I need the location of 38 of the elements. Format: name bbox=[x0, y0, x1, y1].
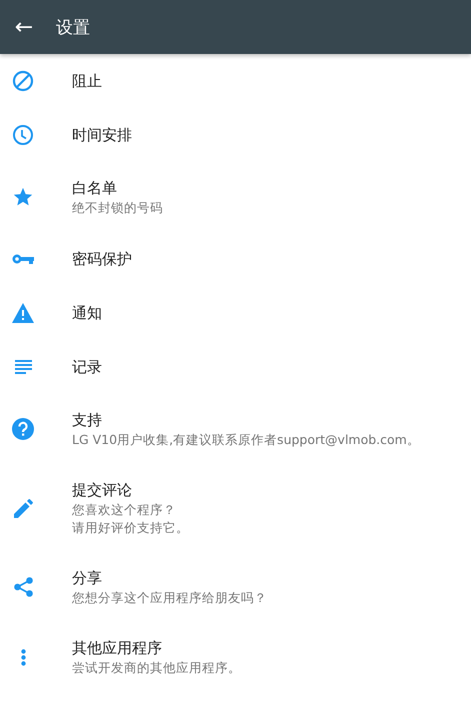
more-icon bbox=[20, 648, 26, 666]
item-title: 记录 bbox=[72, 357, 102, 378]
help-icon bbox=[12, 418, 34, 440]
item-title: 密码保护 bbox=[72, 249, 132, 270]
settings-item[interactable]: 白名单 绝不封锁的号码 bbox=[0, 162, 471, 232]
settings-item[interactable]: 其他应用程序 尝试开发商的其他应用程序。 bbox=[0, 622, 471, 692]
settings-item[interactable]: 支持 LG V10用户收集,有建议联系原作者support@vlmob.com。 bbox=[0, 394, 471, 464]
item-subtitle: 绝不封锁的号码 bbox=[72, 199, 163, 217]
settings-item[interactable]: 通知 bbox=[0, 286, 471, 340]
screen-title: 设置 bbox=[56, 16, 90, 38]
block-icon bbox=[12, 70, 34, 92]
item-title: 白名单 bbox=[72, 178, 118, 199]
item-title: 时间安排 bbox=[72, 125, 132, 146]
clock-icon bbox=[12, 124, 34, 146]
key-icon bbox=[12, 253, 34, 265]
settings-item[interactable]: 阻止 bbox=[0, 54, 471, 108]
item-subtitle: 您喜欢这个程序？ bbox=[72, 501, 177, 519]
item-title: 分享 bbox=[72, 568, 103, 589]
item-title: 阻止 bbox=[72, 71, 102, 92]
pencil-icon bbox=[14, 498, 32, 518]
item-subtitle: LG V10用户收集,有建议联系原作者support@vlmob.com。 bbox=[72, 431, 420, 449]
item-subtitle: 尝试开发商的其他应用程序。 bbox=[72, 659, 241, 677]
warning-icon bbox=[12, 303, 34, 323]
item-title: 其他应用程序 bbox=[72, 638, 163, 659]
settings-item[interactable]: 提交评论 您喜欢这个程序？ 请用好评价支持它。 bbox=[0, 464, 471, 552]
item-subtitle: 请用好评价支持它。 bbox=[72, 519, 189, 537]
star-icon bbox=[12, 186, 34, 208]
share-icon bbox=[14, 577, 32, 597]
item-subtitle: 您想分享这个应用程序给朋友吗？ bbox=[72, 589, 267, 607]
list-icon bbox=[14, 360, 32, 374]
item-title: 提交评论 bbox=[72, 480, 133, 501]
settings-item[interactable]: 密码保护 bbox=[0, 232, 471, 286]
settings-item[interactable]: 时间安排 bbox=[0, 108, 471, 162]
settings-item[interactable]: 记录 bbox=[0, 340, 471, 394]
settings-item[interactable]: 分享 您想分享这个应用程序给朋友吗？ bbox=[0, 552, 471, 622]
item-title: 通知 bbox=[72, 303, 102, 324]
item-title: 支持 bbox=[72, 410, 103, 431]
back-button[interactable]: ← bbox=[0, 0, 48, 54]
